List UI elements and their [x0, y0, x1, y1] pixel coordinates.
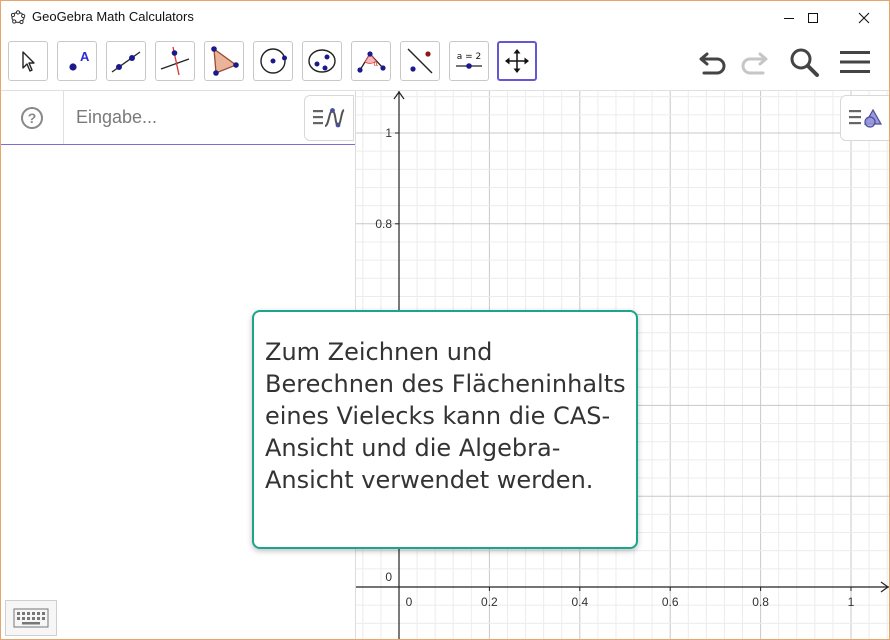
redo-button[interactable]: [736, 44, 772, 80]
menu-button[interactable]: [837, 44, 873, 80]
window-title: GeoGebra Math Calculators: [32, 9, 194, 24]
app-window: GeoGebra Math Calculators A α a = 2 ? Ei…: [0, 0, 890, 640]
slider-tool[interactable]: a = 2: [449, 41, 489, 81]
slider-icon: a = 2: [456, 52, 482, 69]
help-icon: ?: [21, 106, 43, 129]
point-icon: A: [69, 49, 90, 71]
slider-tool-label: a = 2: [457, 52, 482, 62]
search-button[interactable]: [786, 44, 822, 80]
conic-tool[interactable]: [302, 41, 342, 81]
point-tool[interactable]: A: [57, 41, 97, 81]
close-icon: [858, 12, 870, 23]
y-tick-label: 1: [385, 126, 392, 140]
redo-icon: [741, 52, 768, 75]
keyboard-icon: [13, 608, 49, 628]
ellipse-icon: [308, 49, 336, 73]
circle-icon: [260, 48, 287, 74]
svg-text:?: ?: [28, 110, 37, 126]
x-tick-label: 0.8: [752, 595, 769, 609]
search-icon: [790, 48, 819, 77]
move-view-icon: [505, 49, 529, 73]
undo-button[interactable]: [695, 44, 731, 80]
title-bar: GeoGebra Math Calculators: [1, 1, 889, 34]
reflect-tool[interactable]: [400, 41, 440, 81]
perpendicular-line-tool[interactable]: [155, 41, 195, 81]
y-tick-label: 0.8: [375, 217, 392, 231]
move-tool[interactable]: [8, 41, 48, 81]
maximize-icon: [808, 12, 818, 23]
toolbar: A α a = 2: [1, 34, 889, 91]
angle-icon: α: [357, 51, 386, 73]
x-tick-label: 1: [848, 595, 855, 609]
keyboard-button[interactable]: [5, 600, 57, 636]
line-tool[interactable]: [106, 41, 146, 81]
info-tooltip: Zum Zeichnen und Berechnen des Flächenin…: [252, 310, 638, 549]
x-tick-label: 0.6: [662, 595, 679, 609]
reflect-icon: [407, 48, 433, 74]
arrow-pointer-icon: [22, 51, 35, 72]
algebra-style-bar-toggle[interactable]: [304, 95, 354, 141]
angle-tool[interactable]: α: [351, 41, 391, 81]
input-help-button[interactable]: ?: [1, 91, 64, 144]
graphics-style-icon: [849, 108, 883, 128]
polygon-tool[interactable]: [204, 41, 244, 81]
algebra-input-row: ?: [1, 91, 355, 145]
line-icon: [111, 51, 141, 73]
geogebra-logo-icon: [10, 10, 26, 25]
y-tick-label: 0: [385, 570, 392, 584]
maximize-button[interactable]: [790, 1, 836, 34]
perpendicular-icon: [160, 46, 190, 76]
circle-tool[interactable]: [253, 41, 293, 81]
x-tick-label: 0.2: [481, 595, 498, 609]
algebra-style-icon: [313, 108, 345, 128]
x-tick-label: 0.4: [571, 595, 588, 609]
algebra-input-field[interactable]: [64, 91, 300, 144]
info-tooltip-text: Zum Zeichnen und Berechnen des Flächenin…: [265, 338, 626, 494]
angle-tool-alpha: α: [374, 60, 379, 68]
x-tick-label: 0: [406, 595, 413, 609]
graphics-style-bar-toggle[interactable]: [840, 95, 889, 141]
undo-icon: [699, 52, 726, 75]
polygon-icon: [211, 46, 239, 76]
menu-icon: [840, 51, 870, 73]
move-graphics-view-tool[interactable]: [497, 41, 537, 81]
close-button[interactable]: [841, 1, 887, 34]
point-tool-letter: A: [80, 49, 90, 64]
